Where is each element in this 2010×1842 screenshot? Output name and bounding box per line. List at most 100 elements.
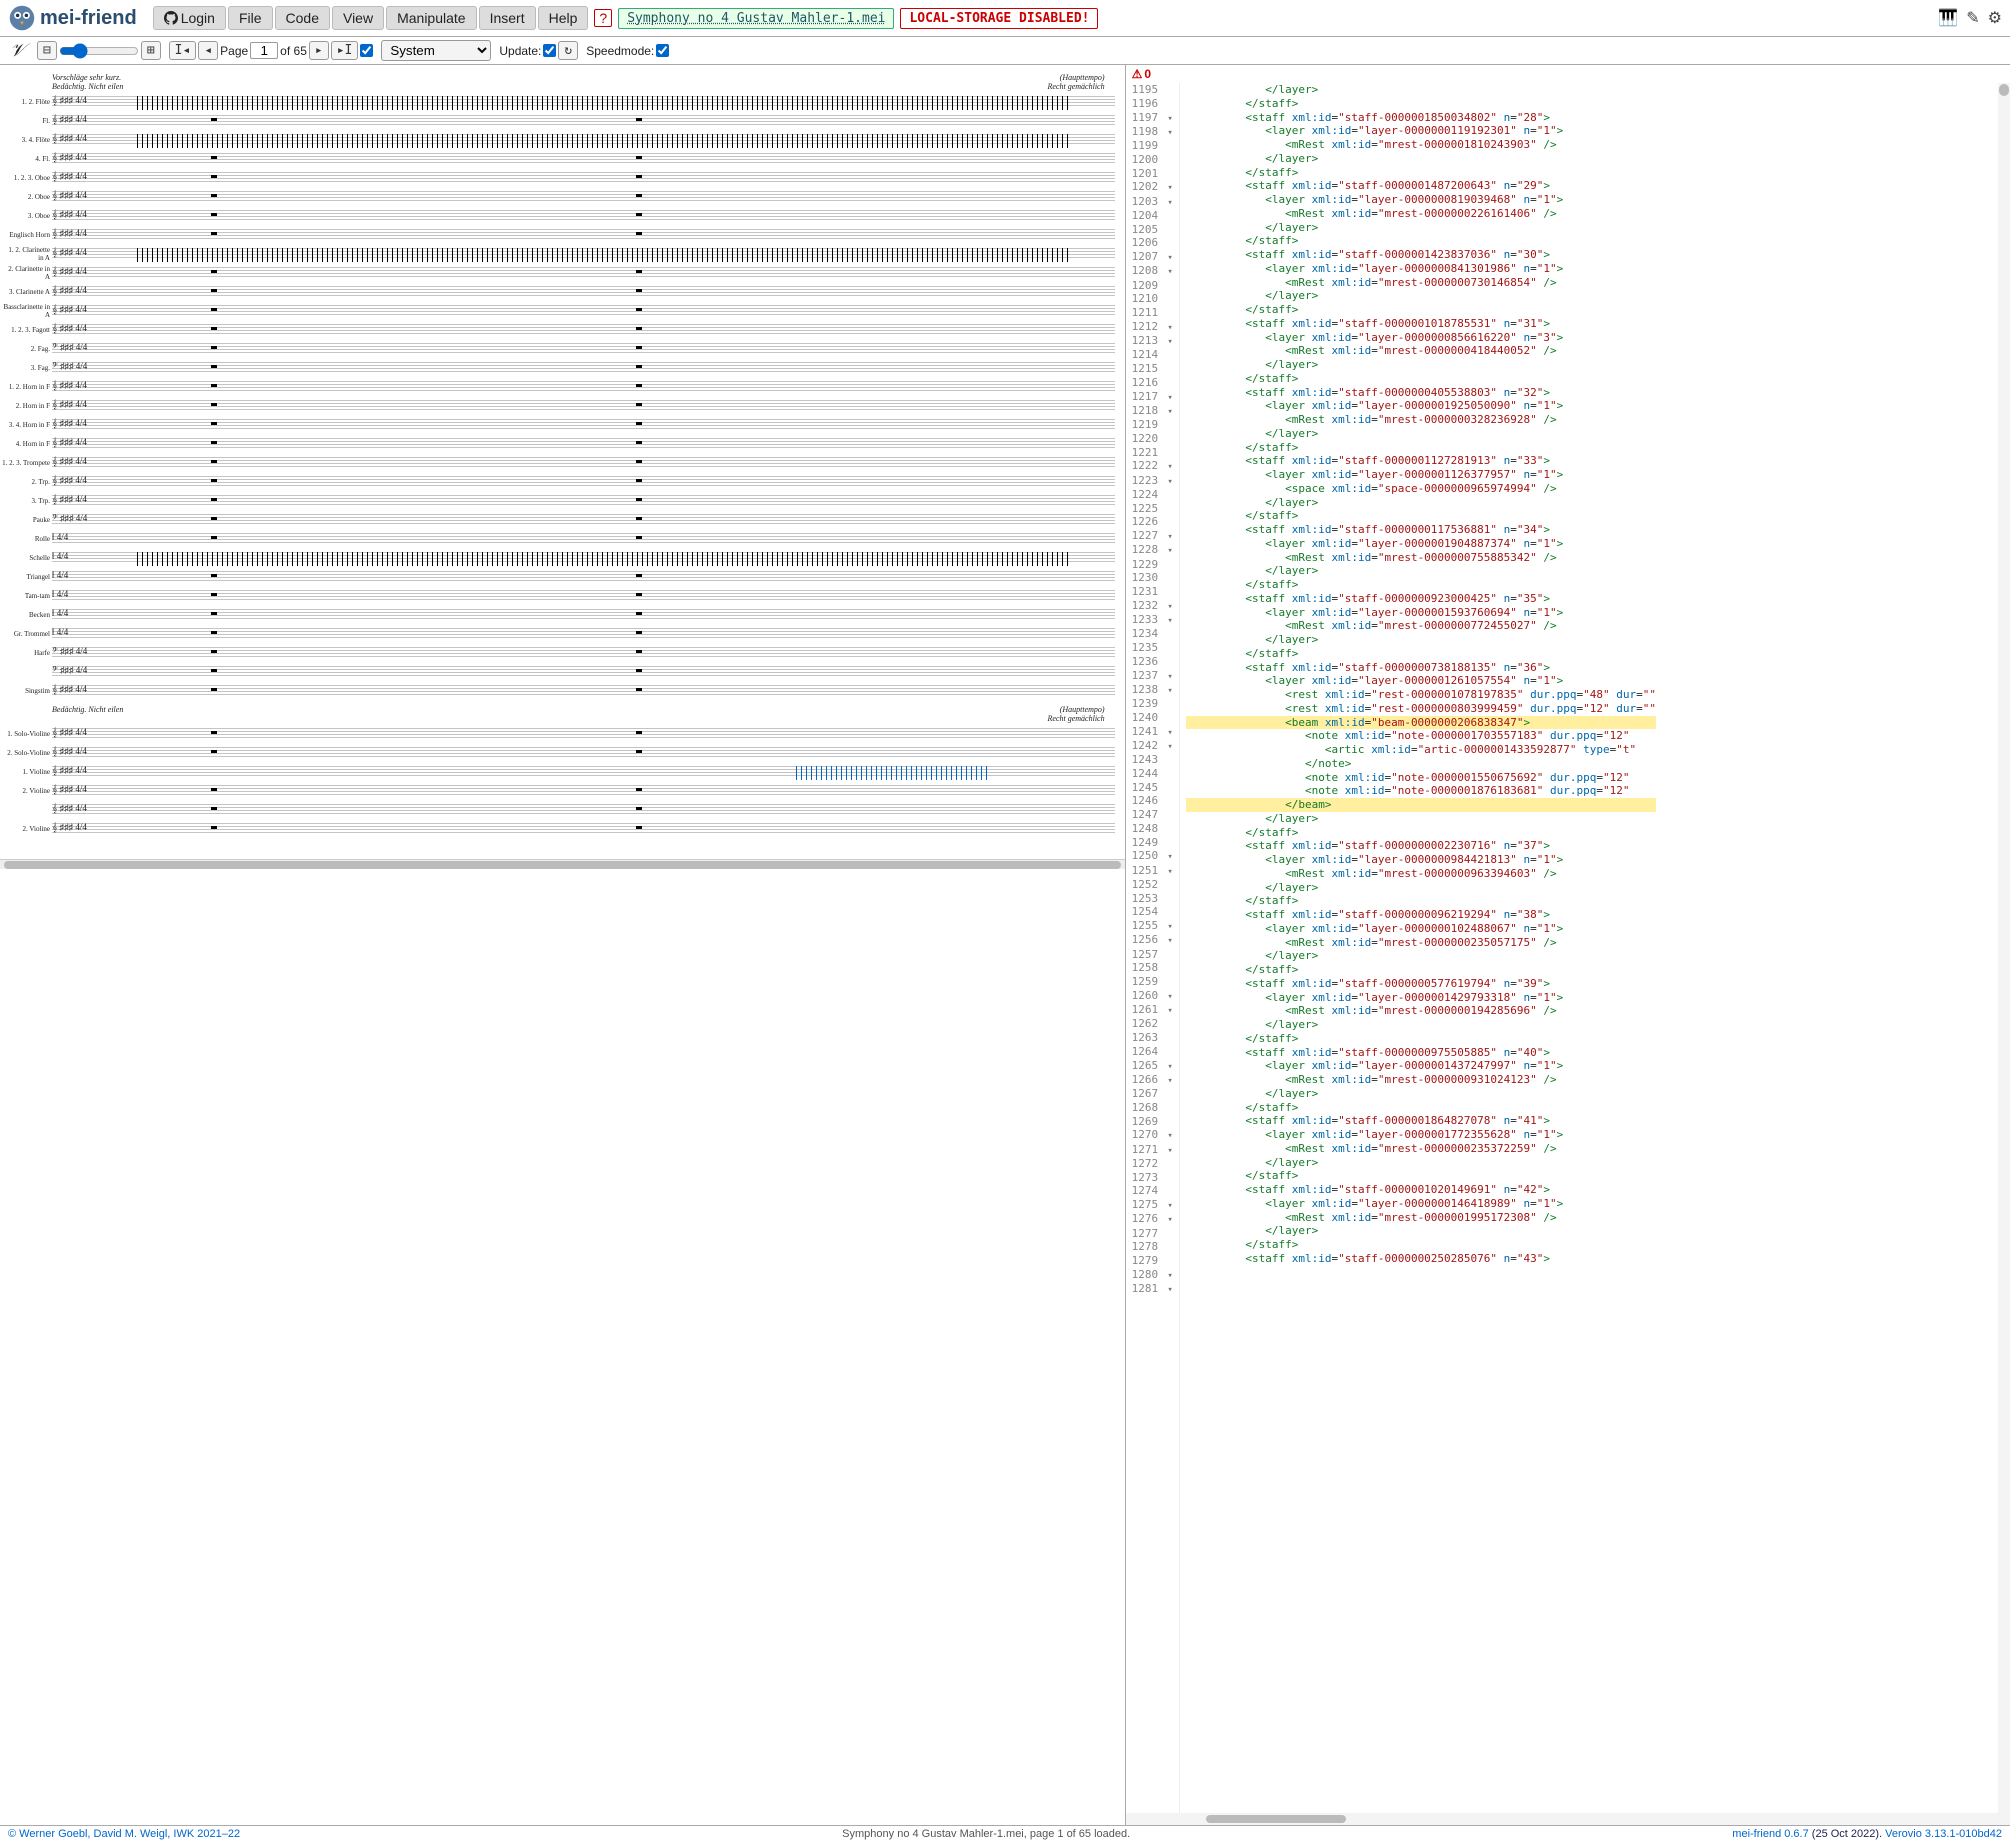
staff-row[interactable]: Fl.𝄞 ♯♯♯ 4/4 xyxy=(52,112,1115,129)
layout-select[interactable]: System xyxy=(381,40,491,61)
staff-lines: 𝄞 ♯♯♯ 4/4 xyxy=(52,495,1115,507)
staff-row[interactable]: 3. Fag.𝄢 ♯♯♯ 4/4 xyxy=(52,359,1115,376)
staff-lines: 𝄢 ♯♯♯ 4/4 xyxy=(52,647,1115,659)
help-warn-icon[interactable]: ? xyxy=(594,9,612,27)
staff-row[interactable]: 3. 4. Flöte𝄞 ♯♯♯ 4/4 xyxy=(52,131,1115,148)
staff-row[interactable]: Singstim𝄞 ♯♯♯ 4/4 xyxy=(52,682,1115,699)
page-input[interactable] xyxy=(250,42,278,59)
staff-row[interactable]: 1. 2. Flöte𝄞 ♯♯♯ 4/4 xyxy=(52,93,1115,110)
staff-row[interactable]: Triangel‖ 4/4 xyxy=(52,568,1115,585)
edit-icon[interactable]: ✎ xyxy=(1966,8,1979,28)
settings-icon[interactable]: ⚙ xyxy=(1988,8,2002,28)
update-checkbox[interactable] xyxy=(543,44,556,57)
tempo-mark-right: (Haupttempo) Recht gemächlich xyxy=(1048,73,1105,91)
staff-label: Bassclarinette in A xyxy=(2,303,50,319)
staff-row[interactable]: 2. Fag.𝄢 ♯♯♯ 4/4 xyxy=(52,340,1115,357)
staff-row[interactable]: 3. Clarinette A𝄞 ♯♯♯ 4/4 xyxy=(52,283,1115,300)
staff-row[interactable]: Tam-tam‖ 4/4 xyxy=(52,587,1115,604)
staff-row[interactable]: 1. 2. Horn in F𝄞 ♯♯♯ 4/4 xyxy=(52,378,1115,395)
staff-lines: 𝄢 ♯♯♯ 4/4 xyxy=(52,514,1115,526)
last-page-button[interactable]: ▸I xyxy=(331,41,359,60)
staff-lines: 𝄞 ♯♯♯ 4/4 xyxy=(52,766,1115,778)
menu-manipulate[interactable]: Manipulate xyxy=(386,6,477,30)
staff-lines: 𝄞 ♯♯♯ 4/4 xyxy=(52,134,1115,146)
staff-label: Schelle xyxy=(2,554,50,562)
staff-row[interactable]: 1. Violine𝄞 ♯♯♯ 4/4 xyxy=(52,763,1115,780)
staff-row[interactable]: Rolle‖ 4/4 xyxy=(52,530,1115,547)
menu-insert[interactable]: Insert xyxy=(479,6,536,30)
status-bar: © Werner Goebl, David M. Weigl, IWK 2021… xyxy=(0,1825,2010,1842)
staff-row[interactable]: Becken‖ 4/4 xyxy=(52,606,1115,623)
midi-icon[interactable]: 🎹 xyxy=(1938,8,1958,28)
notation-pane[interactable]: Vorschläge sehr kurz. Bedächtig. Nicht e… xyxy=(0,65,1126,1825)
staff-label: Englisch Horn xyxy=(2,231,50,239)
menu-code[interactable]: Code xyxy=(275,6,330,30)
staff-label: Tam-tam xyxy=(2,592,50,600)
zoom-slider[interactable] xyxy=(59,43,139,59)
staff-row[interactable]: 3. Trp.𝄞 ♯♯♯ 4/4 xyxy=(52,492,1115,509)
copyright-link[interactable]: © Werner Goebl, David M. Weigl, IWK 2021… xyxy=(8,1828,240,1840)
prev-page-button[interactable]: ◂ xyxy=(198,41,218,60)
first-page-button[interactable]: I◂ xyxy=(169,41,197,60)
staff-row[interactable]: 𝄞 ♯♯♯ 4/4 xyxy=(52,801,1115,818)
staff-row[interactable]: 2. Violine𝄞 ♯♯♯ 4/4 xyxy=(52,782,1115,799)
storage-warning: LOCAL-STORAGE DISABLED! xyxy=(900,8,1098,29)
staff-lines: 𝄞 ♯♯♯ 4/4 xyxy=(52,457,1115,469)
verovio-icon: 𝒱 xyxy=(6,40,29,61)
zoom-in-button[interactable]: ⊞ xyxy=(141,41,161,60)
next-page-button[interactable]: ▸ xyxy=(309,41,329,60)
auto-page-checkbox[interactable] xyxy=(360,44,373,57)
staff-lines: 𝄢 ♯♯♯ 4/4 xyxy=(52,666,1115,678)
staff-label: 3. Fag. xyxy=(2,364,50,372)
speedmode-checkbox[interactable] xyxy=(656,44,669,57)
staff-label: 1. 2. 3. Fagott xyxy=(2,326,50,334)
staff-row[interactable]: 1. 2. 3. Oboe𝄞 ♯♯♯ 4/4 xyxy=(52,169,1115,186)
staff-lines: 𝄞 ♯♯♯ 4/4 xyxy=(52,324,1115,336)
code-v-scrollbar[interactable] xyxy=(1998,83,2010,1813)
menu-view[interactable]: View xyxy=(332,6,384,30)
rerender-button[interactable]: ↻ xyxy=(558,41,578,60)
staff-row[interactable]: 2. Oboe𝄞 ♯♯♯ 4/4 xyxy=(52,188,1115,205)
login-button[interactable]: Login xyxy=(153,6,226,30)
update-label: Update: xyxy=(499,44,541,58)
code-h-scrollbar[interactable] xyxy=(1126,1813,2010,1825)
main-split: Vorschläge sehr kurz. Bedächtig. Nicht e… xyxy=(0,65,2010,1825)
staff-row[interactable]: 2. Solo-Violine𝄞 ♯♯♯ 4/4 xyxy=(52,744,1115,761)
staff-row[interactable]: 2. Trp.𝄞 ♯♯♯ 4/4 xyxy=(52,473,1115,490)
staff-row[interactable]: 2. Violine𝄞 ♯♯♯ 4/4 xyxy=(52,820,1115,837)
staff-row[interactable]: Pauke𝄢 ♯♯♯ 4/4 xyxy=(52,511,1115,528)
code-editor[interactable]: 1195 1196 1197 ▾1198 ▾1199 1200 1201 120… xyxy=(1126,83,2010,1813)
menu-help[interactable]: Help xyxy=(538,6,589,30)
staff-row[interactable]: 3. Oboe𝄞 ♯♯♯ 4/4 xyxy=(52,207,1115,224)
staff-row[interactable]: 𝄢 ♯♯♯ 4/4 xyxy=(52,663,1115,680)
staff-row[interactable]: Schelle‖ 4/4 xyxy=(52,549,1115,566)
filename-display[interactable]: Symphony no 4 Gustav Mahler-1.mei xyxy=(618,8,894,29)
zoom-out-button[interactable]: ⊟ xyxy=(37,41,57,60)
staff-row[interactable]: Harfe𝄢 ♯♯♯ 4/4 xyxy=(52,644,1115,661)
staff-label: 3. Trp. xyxy=(2,497,50,505)
staff-row[interactable]: 4. Fl.𝄞 ♯♯♯ 4/4 xyxy=(52,150,1115,167)
staff-row[interactable]: 2. Clarinette in A𝄞 ♯♯♯ 4/4 xyxy=(52,264,1115,281)
menu-file[interactable]: File xyxy=(228,6,273,30)
staff-row[interactable]: 4. Horn in F𝄞 ♯♯♯ 4/4 xyxy=(52,435,1115,452)
staff-row[interactable]: 2. Horn in F𝄞 ♯♯♯ 4/4 xyxy=(52,397,1115,414)
staff-row[interactable]: 1. Solo-Violine𝄞 ♯♯♯ 4/4 xyxy=(52,725,1115,742)
staff-row[interactable]: 1. 2. 3. Trompete𝄞 ♯♯♯ 4/4 xyxy=(52,454,1115,471)
staff-label: 1. 2. Horn in F xyxy=(2,383,50,391)
notation-h-scrollbar[interactable] xyxy=(0,859,1125,869)
staff-row[interactable]: Bassclarinette in A𝄞 ♯♯♯ 4/4 xyxy=(52,302,1115,319)
staff-label: 1. Solo-Violine xyxy=(2,730,50,738)
staff-lines: 𝄢 ♯♯♯ 4/4 xyxy=(52,343,1115,355)
tempo-mark-mid-right: (Haupttempo) Recht gemächlich xyxy=(1048,705,1105,723)
engine-link[interactable]: Verovio 3.13.1-010bd42 xyxy=(1885,1828,2002,1840)
version-link[interactable]: mei-friend 0.6.7 xyxy=(1732,1828,1808,1840)
staff-row[interactable]: Englisch Horn𝄞 ♯♯♯ 4/4 xyxy=(52,226,1115,243)
staff-row[interactable]: 3. 4. Horn in F𝄞 ♯♯♯ 4/4 xyxy=(52,416,1115,433)
error-badge[interactable]: ⚠ 0 xyxy=(1132,67,1151,81)
staff-row[interactable]: 1. 2. 3. Fagott𝄞 ♯♯♯ 4/4 xyxy=(52,321,1115,338)
staff-label: Triangel xyxy=(2,573,50,581)
staff-lines: 𝄞 ♯♯♯ 4/4 xyxy=(52,286,1115,298)
staff-row[interactable]: 1. 2. Clarinette in A𝄞 ♯♯♯ 4/4 xyxy=(52,245,1115,262)
staff-label: 1. 2. 3. Oboe xyxy=(2,174,50,182)
staff-row[interactable]: Gr. Trommel‖ 4/4 xyxy=(52,625,1115,642)
